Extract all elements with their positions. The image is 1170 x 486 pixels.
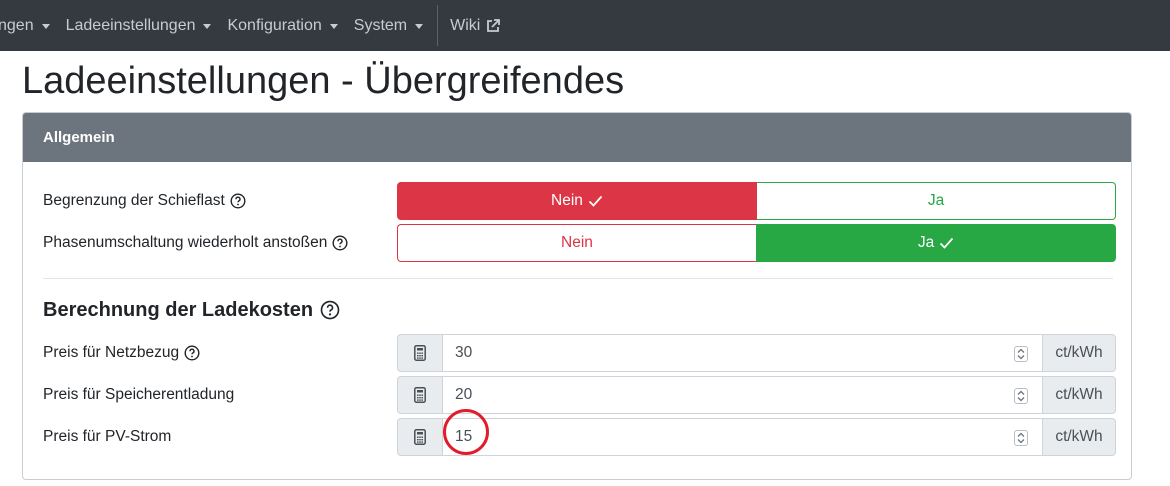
netzbezug-input[interactable]: 30 xyxy=(443,334,1042,372)
nav-menu-konfiguration[interactable]: Konfiguration xyxy=(227,0,338,51)
netzbezug-label-row: Preis für Netzbezug xyxy=(43,334,200,372)
phasenumschaltung-nein-button[interactable]: Nein xyxy=(397,224,756,262)
phasenumschaltung-label: Phasenumschaltung wiederholt anstoßen xyxy=(43,234,328,251)
caret-down-icon xyxy=(203,24,212,29)
phasenumschaltung-nein-label: Nein xyxy=(561,234,593,251)
schieflast-ja-label: Ja xyxy=(927,192,945,209)
section-divider xyxy=(43,278,1113,279)
settings-card: Allgemein Begrenzung der Schieflast Nein… xyxy=(22,112,1132,480)
speicherentladung-label-row: Preis für Speicherentladung xyxy=(43,376,234,414)
speicherentladung-label: Preis für Speicherentladung xyxy=(43,386,235,403)
ladekosten-title-text: Berechnung der Ladekosten xyxy=(43,298,314,321)
nav-divider xyxy=(437,5,439,46)
external-link-icon xyxy=(485,18,501,34)
help-circle-icon[interactable] xyxy=(320,300,340,320)
nav-menu-system-label: System xyxy=(353,16,408,34)
phasenumschaltung-label-row: Phasenumschaltung wiederholt anstoßen xyxy=(43,224,348,262)
check-icon xyxy=(588,195,603,207)
netzbezug-value: 30 xyxy=(455,344,473,361)
nav-menu-partial[interactable]: ngen xyxy=(0,0,50,51)
calculator-icon xyxy=(397,418,443,456)
nav-menu-ladeeinstellungen[interactable]: Ladeeinstellungen xyxy=(66,0,212,51)
speicherentladung-input[interactable]: 20 xyxy=(443,376,1042,414)
phasenumschaltung-ja-label: Ja xyxy=(917,234,935,251)
spinner-arrows-icon[interactable] xyxy=(1014,388,1028,404)
schieflast-nein-button[interactable]: Nein xyxy=(397,182,757,220)
help-circle-icon[interactable] xyxy=(230,193,246,209)
nav-menu-partial-label: ngen xyxy=(0,16,34,34)
nav-link-wiki[interactable]: Wiki xyxy=(450,0,501,51)
schieflast-toggle: Nein Ja xyxy=(397,182,1116,220)
netzbezug-unit: ct/kWh xyxy=(1042,334,1116,372)
nav-menu-konfiguration-label: Konfiguration xyxy=(227,16,322,34)
netzbezug-label: Preis für Netzbezug xyxy=(43,344,180,361)
pv-strom-label-row: Preis für PV-Strom xyxy=(43,418,171,456)
nav-menu-ladeeinstellungen-label: Ladeeinstellungen xyxy=(65,16,196,34)
spinner-arrows-icon[interactable] xyxy=(1014,430,1028,446)
calculator-icon xyxy=(397,376,443,414)
nav-link-wiki-label: Wiki xyxy=(450,16,481,34)
phasenumschaltung-toggle: Nein Ja xyxy=(397,224,1116,262)
schieflast-label: Begrenzung der Schieflast xyxy=(43,192,225,209)
speicherentladung-input-group: 20 ct/kWh xyxy=(397,376,1116,414)
spinner-arrows-icon[interactable] xyxy=(1014,346,1028,362)
schieflast-nein-label: Nein xyxy=(551,192,583,209)
phasenumschaltung-ja-button[interactable]: Ja xyxy=(756,224,1116,262)
schieflast-label-row: Begrenzung der Schieflast xyxy=(43,182,246,220)
page-title: Ladeeinstellungen - Übergreifendes xyxy=(22,60,625,102)
caret-down-icon xyxy=(329,24,338,29)
card-header-title: Allgemein xyxy=(43,129,115,146)
ladekosten-section-title: Berechnung der Ladekosten xyxy=(43,297,340,323)
caret-down-icon xyxy=(415,24,424,29)
schieflast-ja-button[interactable]: Ja xyxy=(757,182,1116,220)
pv-strom-unit: ct/kWh xyxy=(1042,418,1116,456)
pv-strom-input-group: 15 ct/kWh xyxy=(397,418,1116,456)
check-icon xyxy=(939,237,954,249)
speicherentladung-unit: ct/kWh xyxy=(1042,376,1116,414)
pv-strom-label: Preis für PV-Strom xyxy=(43,428,172,445)
speicherentladung-value: 20 xyxy=(455,386,473,403)
help-circle-icon[interactable] xyxy=(332,235,348,251)
card-header: Allgemein xyxy=(23,113,1131,162)
top-navbar: ngen Ladeeinstellungen Konfiguration Sys… xyxy=(0,0,1170,51)
netzbezug-input-group: 30 ct/kWh xyxy=(397,334,1116,372)
nav-menu-system[interactable]: System xyxy=(353,0,424,51)
caret-down-icon xyxy=(41,24,50,29)
help-circle-icon[interactable] xyxy=(184,345,200,361)
pv-strom-value: 15 xyxy=(455,428,473,445)
pv-strom-input[interactable]: 15 xyxy=(443,418,1042,456)
calculator-icon xyxy=(397,334,443,372)
